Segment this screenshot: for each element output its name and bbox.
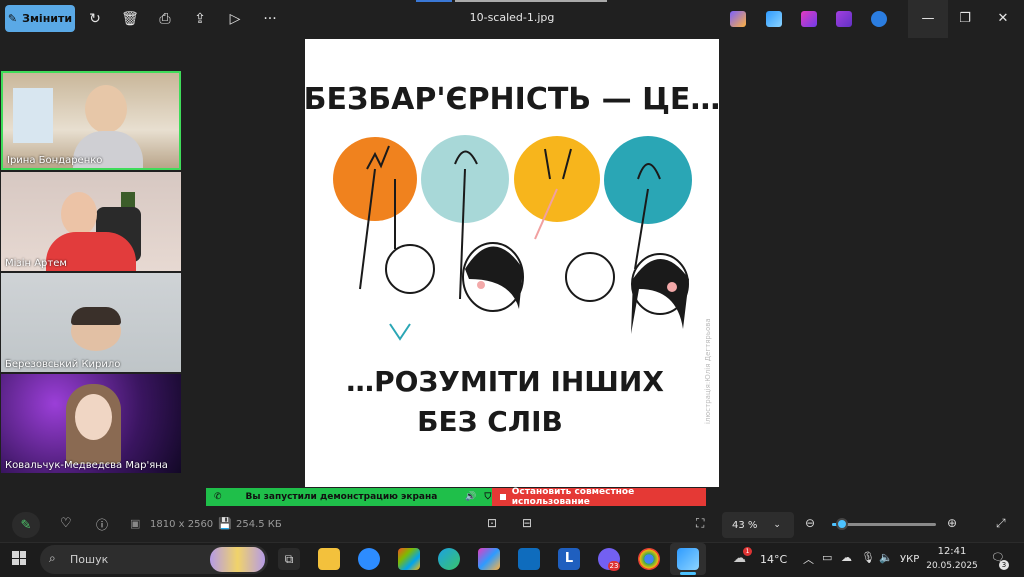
notifications-count: 3: [999, 560, 1009, 570]
weather-badge: 1: [743, 547, 752, 556]
chrome-icon[interactable]: [638, 548, 660, 570]
zoom-value: 43 %: [732, 519, 758, 531]
search-icon: ⌕: [49, 551, 56, 565]
search-highlight-image: [210, 547, 265, 572]
battery-icon[interactable]: ▭: [822, 551, 832, 564]
collar: [389, 323, 411, 341]
info-icon[interactable]: ⓘ: [96, 516, 108, 533]
zoom-in-icon[interactable]: ⊕: [947, 516, 957, 530]
task-view-icon[interactable]: ⧉: [278, 548, 300, 570]
cheek: [477, 281, 485, 289]
screen-share-status-bar: ✆ Вы запустили демонстрацию экрана 🔊 ⛉: [206, 488, 492, 506]
stop-sharing-button[interactable]: Остановить совместное использование: [492, 487, 706, 507]
participant-face: [61, 192, 97, 236]
teal-circle: [604, 136, 692, 224]
video-editor-icon[interactable]: [836, 11, 852, 27]
filesize-icon: 💾: [218, 517, 232, 530]
dimensions-icon: ▣: [130, 517, 141, 530]
poster-credit: ілюстрація:Юлія Дегтярьова: [704, 318, 712, 424]
shield-icon: ⛉: [484, 492, 492, 502]
search-placeholder: Пошук: [70, 553, 109, 566]
l-app-icon[interactable]: L: [558, 548, 580, 570]
participant-face: [85, 85, 127, 133]
onedrive-icon[interactable]: [871, 11, 887, 27]
language-indicator[interactable]: УКР: [900, 554, 919, 565]
image-dimensions: 1810 x 2560: [150, 519, 214, 530]
weather-temp: 14°C: [760, 553, 788, 566]
screen-share-status: Вы запустили демонстрацию экрана: [245, 492, 438, 502]
chevron-up-icon[interactable]: ︿: [803, 551, 814, 567]
minimize-icon[interactable]: —: [910, 0, 946, 36]
photos-taskbar-icon[interactable]: [677, 548, 699, 570]
poster-image: БЕЗБАР'ЄРНІСТЬ — ЦЕ… …РОЗУМІТИ ІНШИХ БЕЗ…: [305, 39, 719, 487]
participant-video[interactable]: Березовський Кирило: [1, 273, 181, 372]
clock-time[interactable]: 12:41: [928, 546, 976, 557]
head-1: [385, 244, 435, 294]
cheek: [667, 282, 677, 292]
favorite-heart-icon[interactable]: ♡: [60, 516, 72, 531]
photos-app-icon[interactable]: [766, 11, 782, 27]
chevron-down-icon: ⌄: [773, 520, 781, 530]
close-icon[interactable]: ✕: [985, 0, 1021, 36]
participant-name: Ірина Бондаренко: [7, 155, 103, 166]
stop-icon: [500, 494, 506, 500]
ocr-icon[interactable]: ⊟: [522, 516, 532, 530]
participant-video[interactable]: Ірина Бондаренко: [1, 71, 181, 170]
fullscreen-icon[interactable]: ⤢: [996, 516, 1006, 531]
poster-illustration: БЕЗБАР'ЄРНІСТЬ — ЦЕ… …РОЗУМІТИ ІНШИХ БЕЗ…: [305, 82, 719, 438]
store-icon[interactable]: [398, 548, 420, 570]
head-3: [565, 252, 615, 302]
clipchamp-icon[interactable]: [801, 11, 817, 27]
hair-4: [631, 259, 689, 334]
zoom-out-icon[interactable]: ⊖: [805, 516, 815, 530]
viber-badge: 23: [608, 561, 620, 571]
participant-name: Березовський Кирило: [5, 359, 121, 370]
participant-face: [75, 394, 112, 440]
active-indicator: [680, 572, 696, 575]
phone-icon: ✆: [214, 492, 222, 502]
markup-icon[interactable]: ✎: [12, 512, 40, 538]
edge-icon[interactable]: [438, 548, 460, 570]
window-background: [13, 88, 53, 143]
file-size: 254.5 КБ: [236, 519, 282, 530]
windows-start-icon[interactable]: [12, 551, 26, 565]
poster-headline: БЕЗБАР'ЄРНІСТЬ — ЦЕ…: [305, 82, 719, 117]
zoom-dropdown[interactable]: 43 % ⌄: [722, 512, 794, 538]
speaker-icon[interactable]: 🔊: [465, 492, 476, 502]
stop-sharing-label: Остановить совместное использование: [511, 487, 635, 507]
outlook-icon[interactable]: [518, 548, 540, 570]
yellow-circle: [514, 136, 600, 222]
taskbar-search[interactable]: ⌕ Пошук: [40, 545, 268, 574]
crop-focus-icon[interactable]: ⊡: [487, 516, 497, 530]
poster-subline-1: …РОЗУМІТИ ІНШИХ: [346, 365, 664, 398]
tab-indicator: [416, 0, 452, 2]
m365-icon[interactable]: [478, 548, 500, 570]
tab-indicator-2: [455, 0, 607, 2]
clock-date[interactable]: 20.05.2025: [923, 561, 981, 571]
copilot-icon[interactable]: [730, 11, 746, 27]
file-explorer-icon[interactable]: [318, 548, 340, 570]
orange-circle: [333, 137, 417, 221]
microphone-icon[interactable]: 🎙: [861, 551, 875, 564]
volume-icon[interactable]: 🔈: [879, 551, 893, 564]
onedrive-tray-icon[interactable]: ☁: [841, 551, 852, 564]
participant-hair: [71, 307, 121, 325]
zoom-app-icon[interactable]: [358, 548, 380, 570]
participant-name: Мізін Артем: [5, 258, 67, 269]
fit-window-icon[interactable]: ⛶: [696, 516, 704, 531]
poster-subline-2: БЕЗ СЛІВ: [417, 405, 563, 438]
participant-name: Ковальчук-Медведєва Мар'яна: [5, 460, 168, 471]
restore-icon[interactable]: ❐: [947, 0, 983, 36]
participant-video[interactable]: Ковальчук-Медведєва Мар'яна: [1, 374, 181, 473]
participant-video[interactable]: Мізін Артем: [1, 172, 181, 271]
